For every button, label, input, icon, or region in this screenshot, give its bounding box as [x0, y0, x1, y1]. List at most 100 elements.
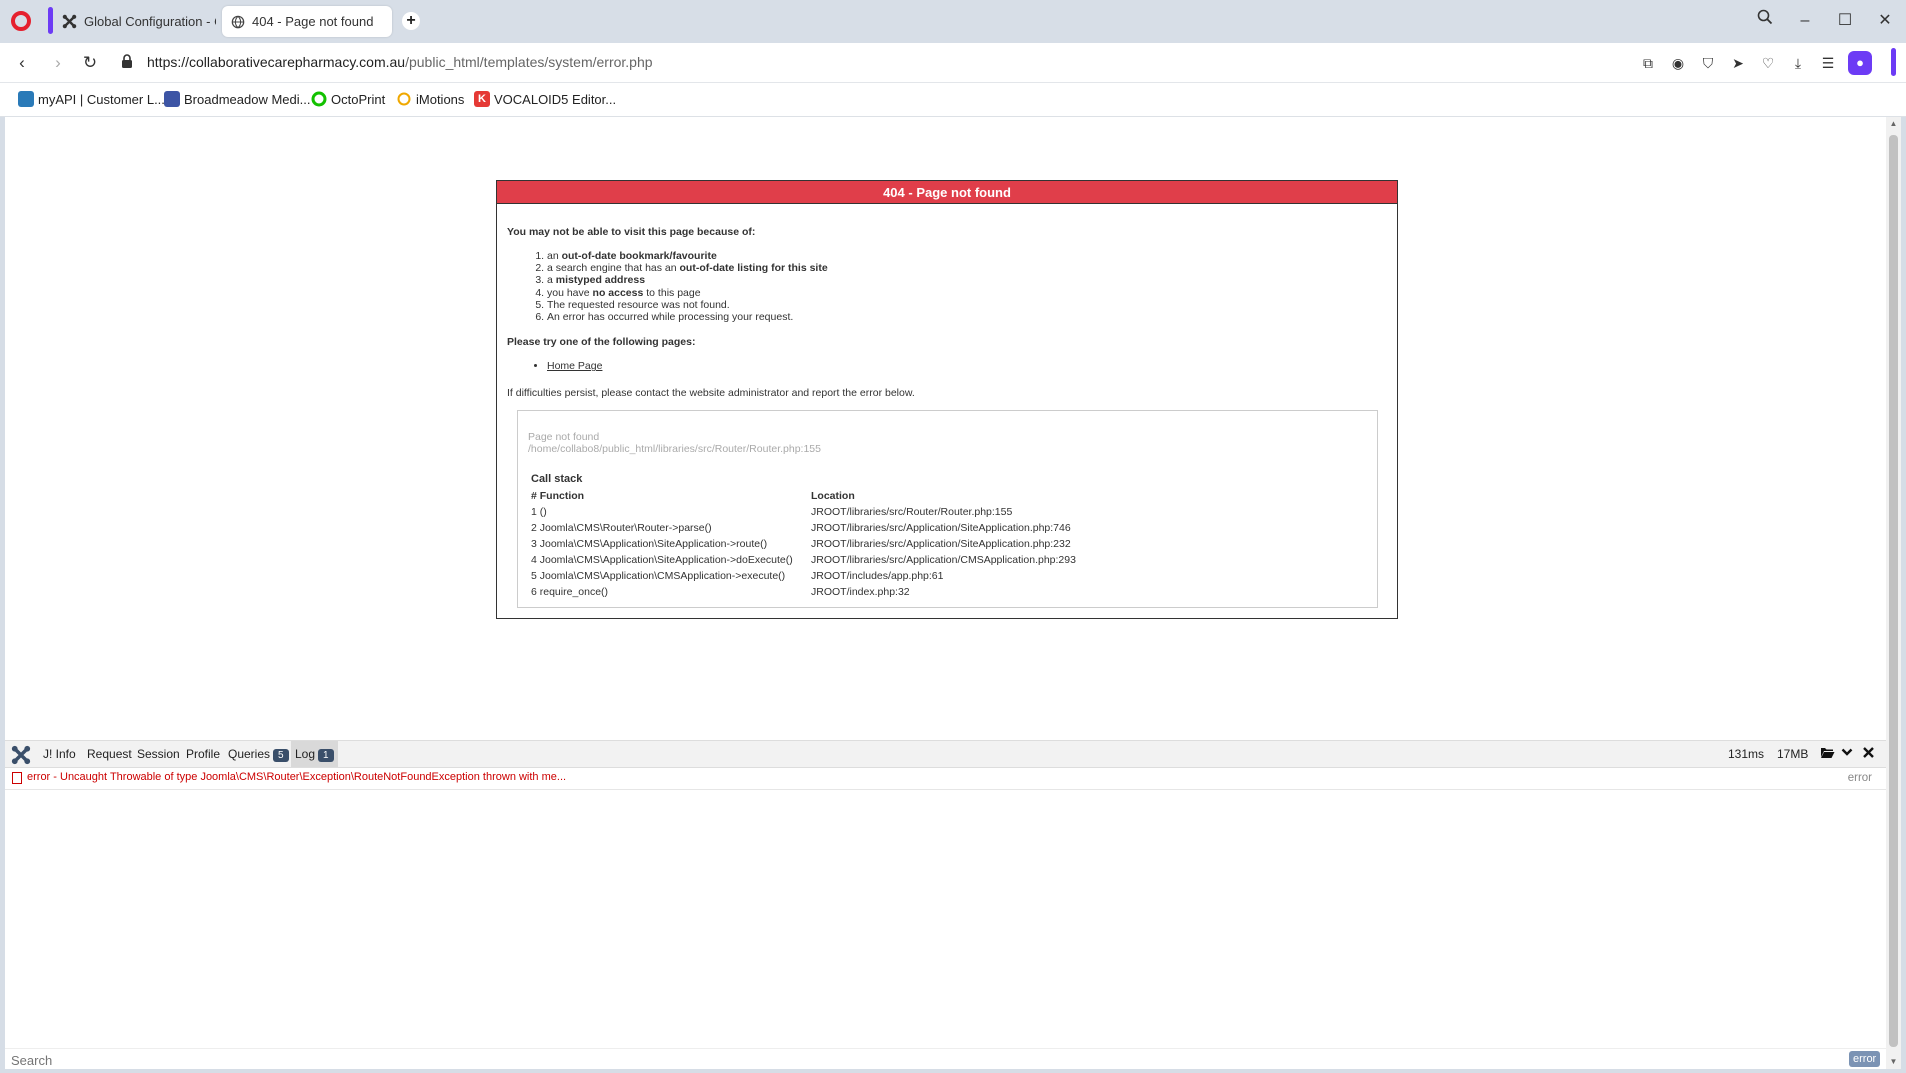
stack-location: JROOT/index.php:32 — [811, 586, 910, 599]
camera-icon[interactable]: ◉ — [1668, 53, 1688, 73]
stack-location: JROOT/libraries/src/Router/Router.php:15… — [811, 506, 1013, 519]
sidebar-accent — [48, 7, 53, 34]
request-time: 131ms — [1728, 747, 1765, 761]
vocaloid-icon: K — [474, 91, 490, 107]
lock-icon[interactable] — [121, 54, 137, 72]
table-row: 5 Joomla\CMS\Application\CMSApplication-… — [529, 568, 1078, 584]
table-row: 6 require_once() JROOT/index.php:32 — [529, 584, 1078, 600]
search-tabs-icon[interactable] — [1752, 9, 1778, 33]
debug-tab-log[interactable]: Log 1 — [291, 741, 338, 767]
download-icon[interactable]: ⤓ — [1788, 53, 1808, 73]
list-item: The requested resource was not found. — [547, 299, 1387, 311]
error-trace: Page not found /home/collabo8/public_htm… — [517, 410, 1378, 609]
opera-logo-icon[interactable] — [11, 11, 31, 31]
new-tab-plus-icon[interactable]: + — [402, 12, 420, 30]
bookmarks-bar: myAPI | Customer L... Broadmeadow Medi..… — [0, 83, 1906, 117]
list-item: a search engine that has an out-of-date … — [547, 262, 1387, 274]
imotions-icon — [396, 91, 412, 107]
debug-tab-queries[interactable]: Queries 5 — [224, 741, 293, 767]
tab-bar: Global Configuration - Co 404 - Page not… — [0, 0, 1906, 43]
close-window-icon[interactable]: ✕ — [1872, 9, 1898, 33]
url-path: /public_html/templates/system/error.php — [405, 54, 653, 70]
callstack-title: Call stack — [531, 473, 583, 486]
home-page-link[interactable]: Home Page — [547, 360, 602, 372]
back-arrow-icon[interactable]: ‹ — [10, 51, 34, 75]
list-item: Home Page — [547, 360, 1387, 373]
queries-count-badge: 5 — [273, 749, 289, 762]
forward-arrow-icon[interactable]: › — [46, 51, 70, 75]
tab-label: 404 - Page not found — [252, 14, 374, 29]
log-entry-type: error — [1847, 772, 1872, 784]
scrollbar-thumb[interactable] — [1889, 135, 1898, 1047]
bookmark-label: OctoPrint — [331, 91, 386, 107]
table-row: 3 Joomla\CMS\Application\SiteApplication… — [529, 536, 1078, 552]
persist-note: If difficulties persist, please contact … — [507, 387, 915, 400]
log-search-input[interactable] — [11, 1052, 1611, 1068]
log-entry-text: error - Uncaught Throwable of type Jooml… — [27, 771, 567, 783]
stack-function: 1 () — [531, 506, 547, 519]
tab-404-page[interactable]: 404 - Page not found — [222, 6, 392, 37]
debug-tab-info[interactable]: J! Info — [39, 741, 80, 767]
maximize-icon[interactable]: ☐ — [1832, 9, 1858, 33]
chevron-down-icon[interactable] — [1839, 746, 1855, 762]
joomla-icon — [62, 14, 77, 29]
table-row: 2 Joomla\CMS\Router\Router->parse() JROOT… — [529, 520, 1078, 536]
stack-location: JROOT/includes/app.php:61 — [811, 570, 944, 583]
log-entry-row[interactable]: error - Uncaught Throwable of type Jooml… — [5, 768, 1886, 790]
list-item: a mistyped address — [547, 274, 1387, 286]
heart-icon[interactable]: ♡ — [1758, 53, 1778, 73]
list-item: an out-of-date bookmark/favourite — [547, 250, 1387, 262]
send-to-icon[interactable]: ⧉ — [1638, 53, 1658, 73]
memory-usage: 17MB — [1777, 747, 1809, 761]
pages-list: Home Page — [547, 360, 1387, 373]
stack-function: 2 Joomla\CMS\Router\Router->parse() — [531, 522, 712, 535]
debug-tab-session[interactable]: Session — [133, 741, 184, 767]
scroll-up-icon[interactable]: ▲ — [1886, 117, 1901, 131]
bookmark-label: myAPI | Customer L... — [38, 91, 165, 107]
open-folder-icon[interactable] — [1819, 746, 1835, 762]
column-header: Location — [811, 490, 855, 503]
tab-label: Global Configuration - Co — [84, 14, 216, 29]
broadmeadow-icon — [164, 91, 180, 107]
close-icon[interactable] — [1860, 746, 1876, 762]
table-row: 1 () JROOT/libraries/src/Router/Router.ph… — [529, 504, 1078, 520]
stack-location: JROOT/libraries/src/Application/CMSAppli… — [811, 554, 1076, 567]
scroll-down-icon[interactable]: ▼ — [1886, 1055, 1901, 1069]
minimize-icon[interactable]: – — [1792, 9, 1818, 33]
reload-icon[interactable]: ↻ — [78, 51, 102, 75]
log-search-bar: error — [5, 1048, 1886, 1069]
column-header: # Function — [531, 490, 585, 503]
error-filter-toggle[interactable]: error — [1849, 1051, 1881, 1067]
easy-setup-icon[interactable]: ☰ — [1818, 53, 1838, 73]
try-title: Please try one of the following pages: — [507, 336, 696, 349]
stack-function: 6 require_once() — [531, 586, 609, 599]
reasons-title: You may not be able to visit this page b… — [507, 226, 756, 238]
debug-bar: J! Info Request Session Profile Queries 5… — [5, 740, 1886, 768]
stack-function: 4 Joomla\CMS\Application\SiteApplication… — [531, 554, 793, 567]
bookmark-imotions[interactable]: iMotions — [396, 91, 464, 107]
url-host: https://collaborativecarepharmacy.com.au — [147, 54, 406, 70]
right-sidebar-accent — [1891, 48, 1896, 76]
error-file-icon — [12, 772, 22, 784]
page-scrollbar[interactable]: ▲ ▼ — [1886, 117, 1901, 1069]
profile-avatar-icon[interactable]: ● — [1848, 51, 1872, 75]
url-field[interactable]: https://collaborativecarepharmacy.com.au… — [147, 54, 653, 70]
joomla-logo-icon[interactable] — [11, 745, 31, 765]
stack-location: JROOT/libraries/src/Application/SiteAppl… — [811, 538, 1071, 551]
error-file: /home/collabo8/public_html/libraries/src… — [528, 443, 821, 456]
list-item: you have no access to this page — [547, 287, 1387, 299]
tab-label: Log — [295, 747, 316, 761]
bookmark-octoprint[interactable]: OctoPrint — [311, 91, 385, 107]
error-header: 404 - Page not found — [497, 181, 1397, 204]
bookmark-myapi[interactable]: myAPI | Customer L... — [18, 91, 165, 107]
tab-global-configuration[interactable]: Global Configuration - Co — [56, 6, 216, 37]
myapi-icon — [18, 91, 34, 107]
bookmark-broadmeadow[interactable]: Broadmeadow Medi... — [164, 91, 310, 107]
shield-icon[interactable]: ⛉ — [1698, 53, 1718, 73]
debug-tab-request[interactable]: Request — [83, 741, 136, 767]
error-message: Page not found — [528, 431, 600, 444]
table-row: 4 Joomla\CMS\Application\SiteApplication… — [529, 552, 1078, 568]
bookmark-vocaloid[interactable]: K VOCALOID5 Editor... — [474, 91, 616, 107]
flow-send-icon[interactable]: ➤ — [1728, 53, 1748, 73]
debug-tab-profile[interactable]: Profile — [182, 741, 224, 767]
